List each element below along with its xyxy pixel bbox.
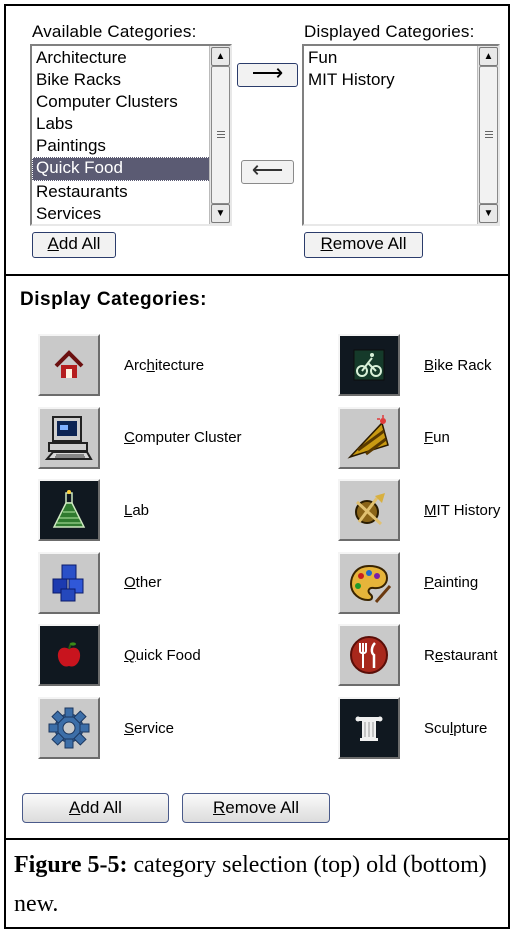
list-item[interactable]: MIT History <box>304 69 498 91</box>
category-toggle[interactable]: Architecture <box>38 334 204 396</box>
category-label: Quick Food <box>124 646 201 664</box>
old-add-all-button[interactable]: Add All <box>32 232 116 258</box>
right-arrow-icon: ⟶ <box>251 60 284 85</box>
display-categories-heading: Display Categories: <box>20 289 207 310</box>
move-right-button[interactable]: ⟶ <box>237 60 298 87</box>
category-label: Other <box>124 574 162 592</box>
remove-all-button[interactable]: Remove All <box>182 793 330 823</box>
scroll-up-arrow-icon[interactable]: ▲ <box>211 47 230 66</box>
scroll-thumb[interactable] <box>211 66 230 204</box>
blocks-icon[interactable] <box>38 551 100 614</box>
figure-number: Figure 5-5: <box>14 852 128 878</box>
scroll-up-arrow-icon[interactable]: ▲ <box>479 47 498 66</box>
category-toggle[interactable]: Sculpture <box>338 697 487 759</box>
history-icon[interactable] <box>338 479 400 542</box>
displayed-scrollbar[interactable]: ▲ ▼ <box>477 46 498 224</box>
scroll-thumb[interactable] <box>479 66 498 204</box>
flask-icon[interactable] <box>38 479 100 542</box>
list-item[interactable]: Quick Food <box>32 157 230 181</box>
column-icon[interactable] <box>338 697 400 759</box>
category-toggle[interactable]: Painting <box>338 551 479 614</box>
category-toggle[interactable]: Lab <box>38 479 150 542</box>
gear-icon[interactable] <box>38 697 100 759</box>
available-categories-list[interactable]: Architecture Bike Racks Computer Clusters L… <box>30 44 232 226</box>
category-label: Sculpture <box>424 719 488 737</box>
category-label: Restaurant <box>424 646 498 664</box>
category-label: Computer Cluster <box>124 429 242 447</box>
figure-caption: Figure 5-5: category selection (top) old… <box>14 846 504 924</box>
category-toggle[interactable]: Bike Rack <box>338 334 492 396</box>
house-icon[interactable] <box>38 334 100 396</box>
caption-divider <box>4 838 510 840</box>
category-label: Lab <box>124 501 150 519</box>
panel-divider <box>4 274 510 276</box>
list-item[interactable]: Restaurants <box>32 181 230 203</box>
list-item[interactable]: Services <box>32 203 230 224</box>
bike-icon[interactable] <box>338 334 400 396</box>
available-scrollbar[interactable]: ▲ ▼ <box>209 46 230 224</box>
displayed-categories-list[interactable]: Fun MIT History ▲ ▼ <box>302 44 500 226</box>
category-label: Bike Rack <box>424 356 492 374</box>
list-item[interactable]: Computer Clusters <box>32 91 230 113</box>
scroll-down-arrow-icon[interactable]: ▼ <box>211 204 230 223</box>
category-label: MIT History <box>424 501 501 519</box>
category-label: Fun <box>424 429 450 447</box>
category-toggle[interactable]: Other <box>38 551 162 614</box>
category-label: Architecture <box>124 356 205 374</box>
category-toggle[interactable]: Restaurant <box>338 624 498 687</box>
category-toggle[interactable]: Fun <box>338 406 450 469</box>
computer-icon[interactable] <box>38 406 100 469</box>
old-remove-all-button[interactable]: Remove All <box>304 232 423 258</box>
list-item[interactable]: Fun <box>304 47 498 69</box>
category-label: Painting <box>424 574 479 592</box>
displayed-categories-label: Displayed Categories: <box>304 22 475 41</box>
category-toggle[interactable]: Quick Food <box>38 624 201 687</box>
add-all-button[interactable]: Add All <box>22 793 169 823</box>
list-item[interactable]: Labs <box>32 113 230 135</box>
apple-icon[interactable] <box>38 624 100 687</box>
available-categories-label: Available Categories: <box>32 22 197 41</box>
list-item[interactable]: Bike Racks <box>32 69 230 91</box>
category-toggle[interactable]: Computer Cluster <box>38 406 242 469</box>
move-left-button[interactable]: ⟵ <box>241 157 294 184</box>
category-toggle[interactable]: Service <box>38 697 174 759</box>
category-label: Service <box>124 719 175 737</box>
fork-knife-icon[interactable] <box>338 624 400 687</box>
palette-icon[interactable] <box>338 551 400 614</box>
party-hat-icon[interactable] <box>338 406 400 469</box>
list-item[interactable]: Paintings <box>32 135 230 157</box>
list-item[interactable]: Architecture <box>32 47 230 69</box>
category-toggle[interactable]: MIT History <box>338 479 501 542</box>
scroll-down-arrow-icon[interactable]: ▼ <box>479 204 498 223</box>
left-arrow-icon: ⟵ <box>251 157 284 182</box>
